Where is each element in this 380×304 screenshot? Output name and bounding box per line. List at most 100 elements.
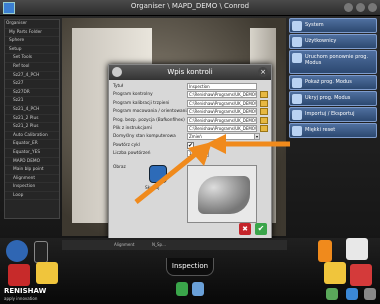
- folder-icon[interactable]: [324, 262, 346, 284]
- tree-item[interactable]: Sz27DR: [5, 89, 59, 98]
- menu-item-icon: [292, 37, 302, 47]
- tree-item[interactable]: Equator_ER: [5, 140, 59, 149]
- dialog-title-bar: Wpis kontroli ×: [109, 65, 271, 80]
- form-row: Program kontrolny C:\Renishaw\Programs\UK…: [113, 91, 269, 99]
- tree-item[interactable]: Auto Calibration: [5, 132, 59, 141]
- menu-item-label: Miękki reset: [305, 127, 336, 133]
- status-left: Alignment: [114, 242, 135, 247]
- menu-item-icon: [292, 21, 302, 31]
- field-input[interactable]: Inspection: [187, 83, 257, 90]
- tree-item[interactable]: Setup: [5, 46, 59, 55]
- cycle-icon[interactable]: [176, 282, 188, 296]
- field-label: Program kalibracji trzpieni: [113, 100, 170, 106]
- tree-item[interactable]: Alignment: [5, 175, 59, 184]
- tree-item[interactable]: Set Tools: [5, 54, 59, 63]
- ok-button[interactable]: ✔: [255, 223, 267, 235]
- tree-item[interactable]: Organiser: [5, 20, 59, 29]
- browse-folder-icon[interactable]: [260, 91, 268, 99]
- window-title: Organiser \ MAPD_DEMO \ Conrod: [130, 2, 250, 10]
- field-label: Tytuł: [113, 84, 124, 89]
- browse-folder-icon[interactable]: [260, 108, 268, 116]
- field-input[interactable]: C:\Renishaw\Programs\UK_DEMO\Con: [187, 91, 257, 99]
- renishaw-logo: RENISHAW: [4, 287, 47, 295]
- tree-item[interactable]: Loop: [5, 192, 59, 201]
- red-box-icon[interactable]: [8, 264, 30, 286]
- field-label: Program mocowania / orientowania: [113, 109, 190, 115]
- brand-tagline: apply innovation: [4, 296, 38, 301]
- form-row: Tytuł Inspection: [113, 83, 269, 91]
- tree-item[interactable]: Sz27_4_PCH: [5, 72, 59, 81]
- settings-icon[interactable]: [326, 288, 338, 300]
- menu-button[interactable]: System: [289, 18, 377, 33]
- browse-folder-icon[interactable]: [260, 116, 268, 124]
- menu-button[interactable]: Miękki reset: [289, 123, 377, 138]
- tree-item[interactable]: MAPD DEMO: [5, 158, 59, 167]
- edit-pencil-icon[interactable]: [318, 240, 332, 262]
- menu-item-label: Pokaż prog. Modus: [305, 79, 352, 85]
- tree-item[interactable]: Inspection: [5, 183, 59, 192]
- window-controls: [344, 3, 377, 12]
- tree-item[interactable]: Main blp point: [5, 166, 59, 175]
- field-label: Prog. bezp. pozycja (Bafkonfihex): [113, 117, 185, 123]
- tree-item[interactable]: Sz21_2 Plus: [5, 115, 59, 124]
- menu-item-icon: [292, 126, 302, 136]
- app-window: Organiser \ MAPD_DEMO \ Conrod Organiser…: [0, 0, 380, 304]
- menu-button[interactable]: Pokaż prog. Modus: [289, 75, 377, 90]
- form-row: Prog. bezp. pozycja (Bafkonfihex) C:\Reni…: [113, 116, 269, 125]
- tree-item[interactable]: Ref tool: [5, 63, 59, 72]
- run-icon[interactable]: [192, 282, 204, 296]
- menu-button[interactable]: Importuj / Eksportuj: [289, 107, 377, 122]
- field-input[interactable]: C:\Renishaw\Programs\UK_DEMO\Whlistr: [187, 124, 257, 132]
- menu-item-icon: [292, 53, 302, 63]
- browse-folder-icon[interactable]: [260, 99, 268, 107]
- orange-arrow-lower: [134, 142, 212, 204]
- menu-item-icon: [292, 110, 302, 120]
- pencil-icon[interactable]: [34, 241, 48, 263]
- tree-item[interactable]: Sz21_4_PCH: [5, 106, 59, 115]
- field-input[interactable]: C:\Renishaw\Programs\UK_DEMO\Con Rod\: [187, 99, 257, 107]
- cancel-button[interactable]: ✖: [239, 223, 251, 235]
- tree-item[interactable]: Sz21: [5, 97, 59, 106]
- delete-icon[interactable]: [350, 264, 372, 286]
- help-icon[interactable]: [364, 288, 376, 300]
- menu-item-label: Uruchom ponownie prog. Modus: [305, 54, 369, 66]
- field-input[interactable]: C:\Renishaw\Programs\UK_DEMO\Con Rod\: [187, 108, 257, 116]
- inspection-tab[interactable]: Inspection: [166, 258, 214, 276]
- menu-button[interactable]: Ukryj prog. Modus: [289, 91, 377, 106]
- field-input[interactable]: C:\Renishaw\Programs\UK_DEMO\Con Rod\: [187, 116, 257, 124]
- minimize-button[interactable]: [344, 3, 353, 12]
- menu-item-label: Importuj / Eksportuj: [305, 111, 355, 117]
- close-button[interactable]: [368, 3, 377, 12]
- menu-button[interactable]: Uruchom ponownie prog. Modus: [289, 50, 377, 74]
- tree-item[interactable]: My Parts Folder: [5, 29, 59, 38]
- inspection-tab-label: Inspection: [171, 262, 209, 270]
- menu-button[interactable]: Użytkownicy: [289, 34, 377, 49]
- menu-item-icon: [292, 78, 302, 88]
- tree-item[interactable]: Sz21_2 Plus: [5, 123, 59, 132]
- browse-folder-icon[interactable]: [260, 124, 268, 132]
- new-box-icon[interactable]: [346, 238, 368, 260]
- info-icon[interactable]: [346, 288, 358, 300]
- form-row: Program mocowania / orientowania C:\Renis…: [113, 108, 269, 116]
- program-tree[interactable]: Organiser My Parts Folder Sphere Setup Set T…: [4, 19, 60, 219]
- menu-item-label: Ukryj prog. Modus: [305, 95, 351, 101]
- field-label: Plik z instrukcjami: [113, 125, 152, 131]
- menu-item-label: Użytkownicy: [305, 38, 337, 44]
- image-label: Obraz: [113, 165, 126, 170]
- form-row: Program kalibracji trzpieni C:\Renishaw\P…: [113, 99, 269, 108]
- right-menu: System Użytkownicy Uruchom ponownie prog. …: [289, 18, 377, 139]
- tree-item[interactable]: Sphere: [5, 37, 59, 46]
- tree-item[interactable]: Equator_YES: [5, 149, 59, 158]
- maximize-button[interactable]: [356, 3, 365, 12]
- tree-item[interactable]: Sz27: [5, 80, 59, 89]
- menu-item-icon: [292, 94, 302, 104]
- menu-item-label: System: [305, 22, 324, 28]
- field-label: Program kontrolny: [113, 92, 153, 98]
- dialog-title: Wpis kontroli: [167, 68, 213, 76]
- dialog-close-button[interactable]: ×: [258, 67, 268, 77]
- status-right: N_Sp...: [152, 242, 166, 247]
- title-bar: Organiser \ MAPD_DEMO \ Conrod: [0, 0, 380, 16]
- modus-icon[interactable]: [6, 240, 28, 262]
- status-strip: Alignment N_Sp...: [62, 240, 287, 250]
- open-folder-icon[interactable]: [36, 262, 58, 284]
